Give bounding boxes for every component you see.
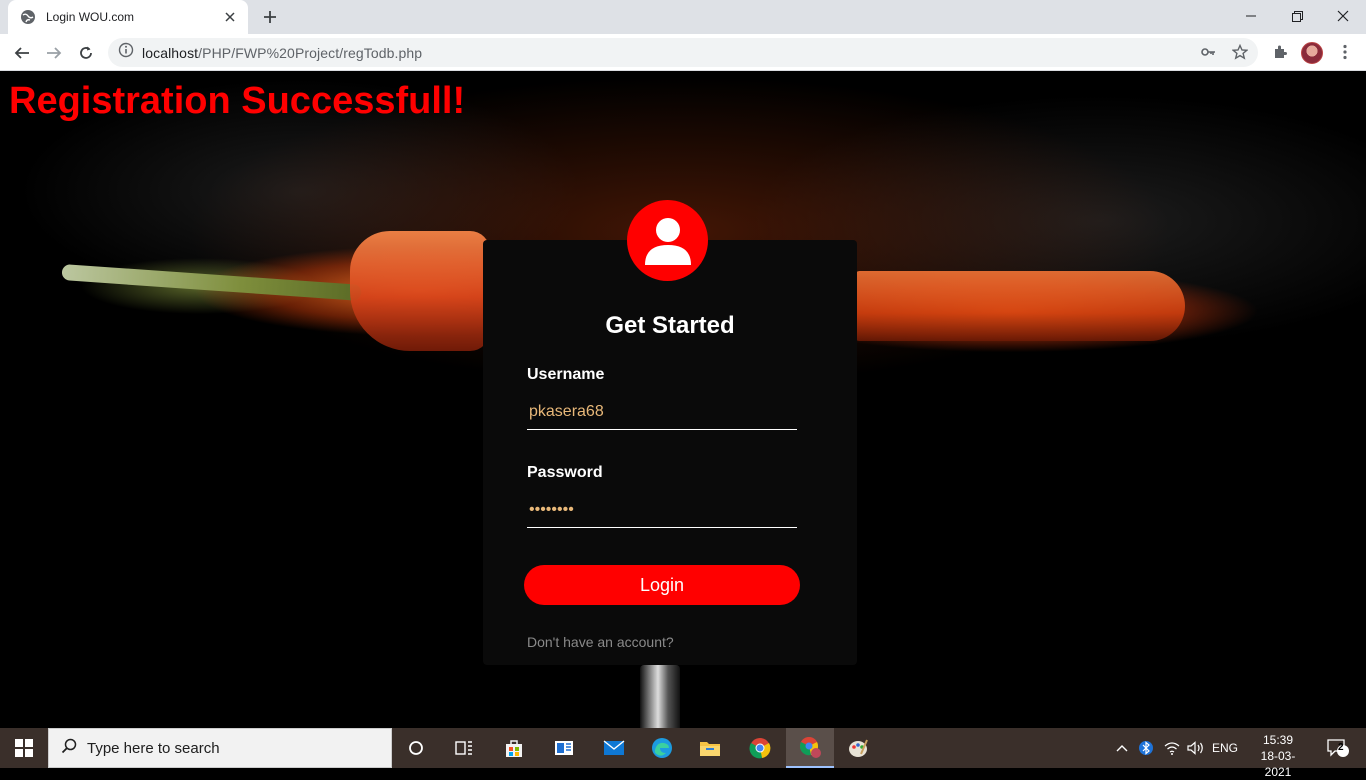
clock-date: 18-03-2021 xyxy=(1260,749,1296,779)
password-label: Password xyxy=(527,464,603,481)
system-clock[interactable]: 15:39 18-03-2021 xyxy=(1250,732,1306,780)
search-icon xyxy=(61,738,77,759)
username-input[interactable] xyxy=(527,394,797,430)
taskbar-search-box[interactable]: Type here to search xyxy=(48,728,392,768)
login-button[interactable]: Login xyxy=(524,565,800,605)
store-icon[interactable] xyxy=(490,728,538,768)
edge-browser-icon[interactable] xyxy=(638,728,686,768)
browser-tab[interactable]: Login WOU.com xyxy=(8,0,248,34)
windows-taskbar: Type here to search ENG 15:39 18-03-2021… xyxy=(0,728,1366,779)
back-button[interactable] xyxy=(8,39,36,67)
file-explorer-icon[interactable] xyxy=(686,728,734,768)
password-input[interactable] xyxy=(527,492,797,528)
login-card-title: Get Started xyxy=(605,312,735,339)
chrome-profile-window-icon[interactable] xyxy=(786,728,834,768)
paint-app-icon[interactable] xyxy=(834,728,882,768)
news-app-icon[interactable] xyxy=(540,728,588,768)
restore-window-button[interactable] xyxy=(1274,0,1320,32)
notification-count-badge: 2 xyxy=(1338,742,1344,753)
search-placeholder: Type here to search xyxy=(87,739,220,757)
signup-link[interactable]: Don't have an account? xyxy=(527,634,674,650)
key-icon[interactable] xyxy=(1195,39,1221,65)
new-tab-button[interactable] xyxy=(258,5,282,29)
url-host: localhost xyxy=(142,44,199,61)
bluetooth-icon[interactable] xyxy=(1136,728,1156,768)
browser-tab-bar: Login WOU.com xyxy=(0,0,1366,34)
close-window-button[interactable] xyxy=(1320,0,1366,32)
address-bar[interactable]: localhost/PHP/FWP%20Project/regTodb.php xyxy=(108,38,1258,67)
task-view-icon[interactable] xyxy=(440,728,488,768)
background-chili-stem xyxy=(61,264,362,301)
clock-time: 15:39 xyxy=(1262,733,1294,747)
reload-button[interactable] xyxy=(72,39,100,67)
url-path: /PHP/FWP%20Project/regTodb.php xyxy=(198,44,423,61)
windows-start-icon[interactable] xyxy=(0,728,48,768)
mail-icon[interactable] xyxy=(590,728,638,768)
login-card: Get Started Username Password Login Don'… xyxy=(483,240,857,665)
menu-kebab-icon[interactable] xyxy=(1332,39,1358,65)
browser-toolbar: localhost/PHP/FWP%20Project/regTodb.php xyxy=(0,34,1366,71)
url-text: localhost/PHP/FWP%20Project/regTodb.php xyxy=(142,45,422,61)
registration-status-message: Registration Successfull! xyxy=(9,80,466,122)
globe-icon xyxy=(20,9,36,25)
cortana-icon[interactable] xyxy=(392,728,440,768)
profile-avatar[interactable] xyxy=(1301,42,1323,64)
close-tab-icon[interactable] xyxy=(222,9,238,25)
star-icon[interactable] xyxy=(1227,39,1253,65)
tab-title: Login WOU.com xyxy=(46,10,135,24)
action-center-icon[interactable]: 2 xyxy=(1318,728,1358,768)
chrome-icon[interactable] xyxy=(736,728,784,768)
username-label: Username xyxy=(527,366,605,383)
info-icon[interactable] xyxy=(118,42,134,63)
language-indicator[interactable]: ENG xyxy=(1210,728,1240,768)
background-chili-tail xyxy=(855,271,1185,341)
minimize-window-button[interactable] xyxy=(1228,0,1274,32)
background-chili-body xyxy=(350,231,490,351)
wifi-icon[interactable] xyxy=(1160,728,1184,768)
forward-button[interactable] xyxy=(40,39,68,67)
extensions-icon[interactable] xyxy=(1267,39,1293,65)
background-drip xyxy=(640,665,680,728)
volume-icon[interactable] xyxy=(1184,728,1208,768)
show-hidden-icons-chevron-up-icon[interactable] xyxy=(1112,728,1132,768)
page-viewport: Registration Successfull! Get Started Us… xyxy=(0,71,1366,728)
user-avatar-icon xyxy=(627,200,708,281)
